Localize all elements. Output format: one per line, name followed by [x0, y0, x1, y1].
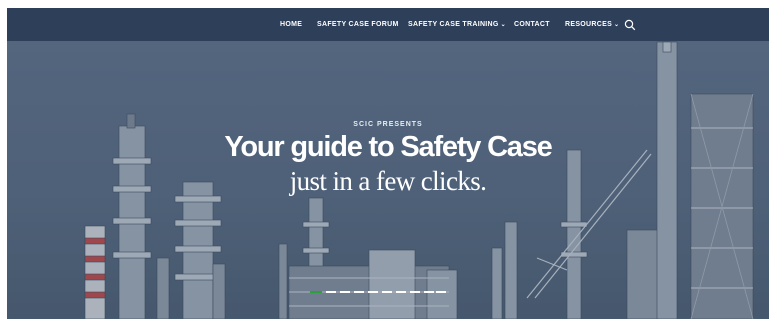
slider-dot-1[interactable] [310, 291, 322, 293]
slider-dot-9[interactable] [424, 291, 434, 293]
slider-dot-7[interactable] [396, 291, 406, 293]
chevron-down-icon: ⌄ [500, 22, 506, 28]
nav-resources-label: RESOURCES [565, 21, 613, 28]
nav-safety-case-training[interactable]: SAFETY CASE TRAINING ⌄ [408, 8, 506, 41]
nav-resources[interactable]: RESOURCES ⌄ [565, 8, 619, 41]
nav-safety-case-forum-label: SAFETY CASE FORUM [317, 21, 399, 28]
slider-dot-6[interactable] [382, 291, 392, 293]
chevron-down-icon: ⌄ [614, 22, 620, 28]
slider-dot-5[interactable] [368, 291, 378, 293]
nav-home[interactable]: HOME [280, 8, 302, 41]
nav-home-label: HOME [280, 21, 303, 28]
slider-dot-2[interactable] [326, 291, 336, 293]
search-icon[interactable] [624, 19, 636, 31]
slider-dot-4[interactable] [354, 291, 364, 293]
hero-subheadline: just in a few clicks. [289, 166, 487, 196]
page-frame: HOME SAFETY CASE FORUM SAFETY CASE TRAIN… [7, 8, 769, 319]
nav-safety-case-forum[interactable]: SAFETY CASE FORUM [317, 8, 399, 41]
hero-eyebrow: SCIC PRESENTS [353, 121, 423, 128]
nav-safety-case-training-label: SAFETY CASE TRAINING [408, 21, 499, 28]
hero-headline: Your guide to Safety Case [224, 131, 552, 163]
slider-dot-10[interactable] [436, 291, 446, 293]
slider-dot-3[interactable] [340, 291, 350, 293]
slider-dot-8[interactable] [410, 291, 420, 293]
top-navbar: HOME SAFETY CASE FORUM SAFETY CASE TRAIN… [7, 8, 769, 41]
nav-contact[interactable]: CONTACT [514, 8, 550, 41]
nav-contact-label: CONTACT [514, 21, 550, 28]
